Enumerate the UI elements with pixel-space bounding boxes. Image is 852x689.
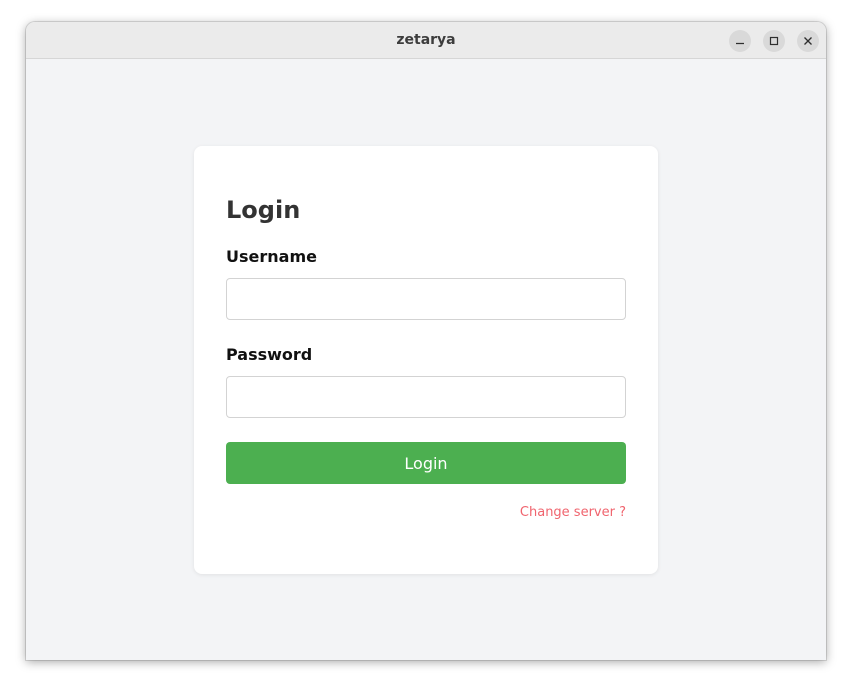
- username-label: Username: [226, 247, 317, 266]
- title-bar[interactable]: zetarya: [26, 22, 826, 59]
- close-button[interactable]: [797, 30, 819, 52]
- change-server-link[interactable]: Change server ?: [520, 504, 626, 522]
- login-button[interactable]: Login: [226, 442, 626, 484]
- maximize-button[interactable]: [763, 30, 785, 52]
- main-content: Login Username Password Login Change ser…: [26, 59, 826, 660]
- close-icon: [804, 37, 812, 45]
- username-input[interactable]: [226, 278, 626, 320]
- window-title: zetarya: [396, 32, 456, 48]
- minimize-button[interactable]: [729, 30, 751, 52]
- maximize-icon: [769, 36, 779, 46]
- app-window: zetarya Login Username Password Login Ch…: [26, 22, 826, 660]
- login-card: Login Username Password Login Change ser…: [194, 146, 658, 574]
- minimize-icon: [736, 42, 744, 45]
- password-label: Password: [226, 345, 313, 364]
- password-input[interactable]: [226, 376, 626, 418]
- login-heading: Login: [226, 196, 301, 224]
